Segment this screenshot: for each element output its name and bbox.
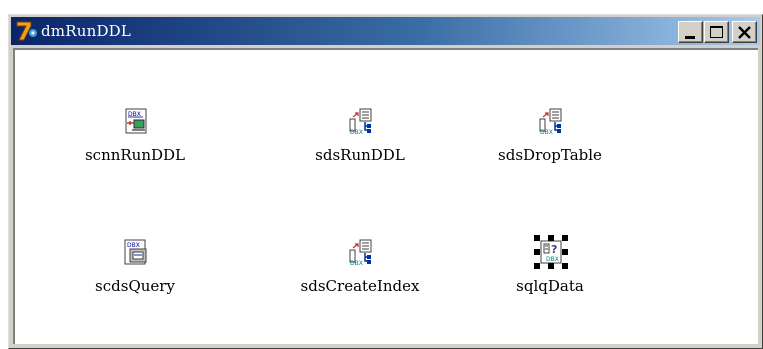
selection-handle[interactable] — [562, 249, 568, 255]
dbx-clientdataset-icon: DBX — [124, 239, 147, 265]
title-bar[interactable]: dmRunDDL — [11, 17, 760, 45]
minimize-icon — [685, 36, 695, 39]
component-label: sdsCreateIndex — [300, 277, 420, 295]
svg-text:DBX: DBX — [350, 129, 363, 135]
selection-handle[interactable] — [562, 235, 568, 241]
selection-handle[interactable] — [562, 263, 568, 269]
dbx-query-icon: ? DBX — [540, 240, 562, 264]
svg-text:DBX: DBX — [127, 242, 140, 249]
component-label: sdsDropTable — [498, 146, 602, 164]
selection-handle[interactable] — [534, 249, 540, 255]
component-label: sqlqData — [516, 277, 584, 295]
dbx-connection-icon: DBX — [125, 108, 147, 134]
dbx-dataset-icon: DBX — [349, 108, 372, 135]
component-sqlqdata[interactable]: ? DBX sqlqData — [475, 235, 625, 308]
window-title: dmRunDDL — [41, 22, 132, 40]
component-scnnrunddl[interactable]: DBX scnnRunDDL — [60, 107, 210, 177]
maximize-icon — [710, 26, 723, 38]
dbx-dataset-icon: DBX — [349, 239, 372, 266]
component-scdsquery[interactable]: DBX scdsQuery — [60, 238, 210, 308]
selection-handle[interactable] — [548, 263, 554, 269]
close-button[interactable] — [732, 21, 757, 43]
component-sdsrunddl[interactable]: DBX sdsRunDDL — [285, 107, 435, 177]
maximize-button[interactable] — [704, 21, 729, 43]
dbx-dataset-icon: DBX — [539, 108, 562, 135]
svg-text:?: ? — [551, 243, 557, 256]
component-label: scdsQuery — [95, 277, 175, 295]
selection-handle[interactable] — [548, 235, 554, 241]
minimize-button[interactable] — [678, 21, 703, 43]
close-icon — [738, 26, 751, 39]
component-sdsdroptable[interactable]: DBX sdsDropTable — [475, 107, 625, 177]
component-label: scnnRunDDL — [84, 146, 186, 164]
svg-text:DBX: DBX — [546, 256, 559, 263]
svg-text:DBX: DBX — [540, 129, 553, 135]
component-label: sdsRunDDL — [315, 146, 405, 164]
data-module-window: dmRunDDL DBX scnnRunDDL DBX sdsRunDDL DB… — [8, 14, 763, 349]
module-design-surface[interactable]: DBX scnnRunDDL DBX sdsRunDDL DBX sdsDrop… — [13, 48, 758, 344]
component-sdscreateindex[interactable]: DBX sdsCreateIndex — [285, 238, 435, 308]
delphi-app-icon — [16, 21, 37, 41]
selection-handle[interactable] — [534, 263, 540, 269]
svg-text:DBX: DBX — [350, 260, 363, 266]
selection-handle[interactable] — [534, 235, 540, 241]
